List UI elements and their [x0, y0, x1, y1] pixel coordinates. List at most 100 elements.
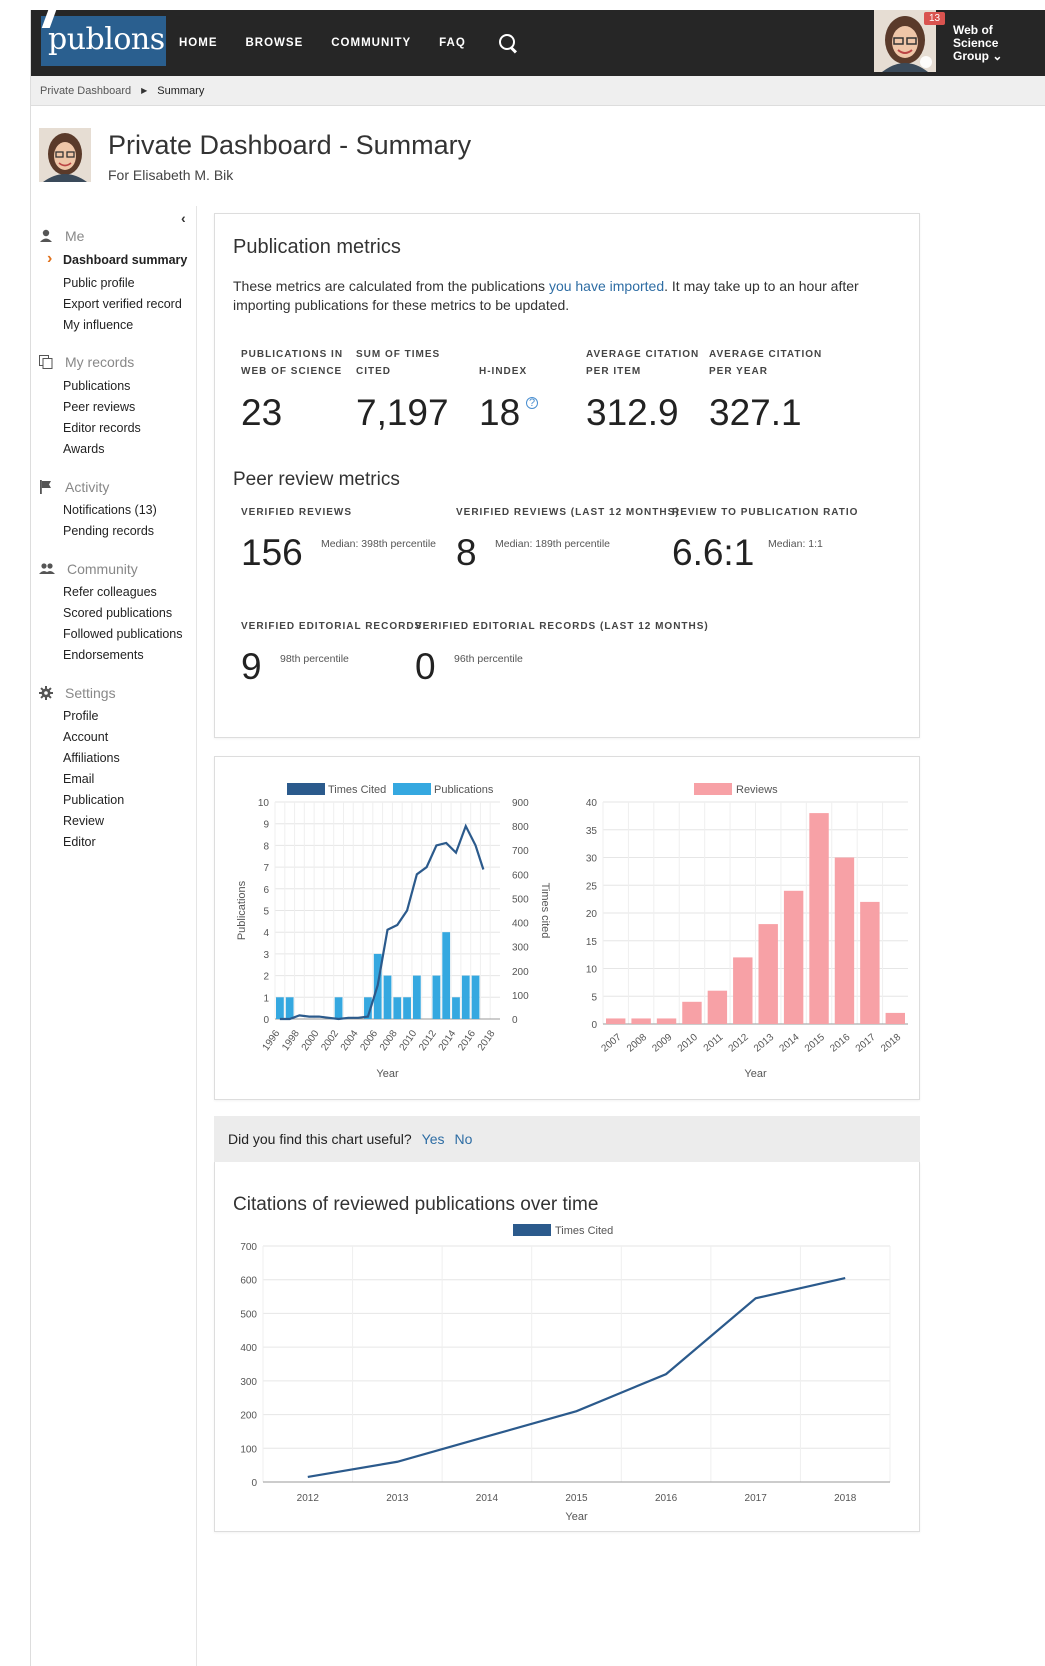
- sidebar-item-publications[interactable]: Publications: [63, 379, 130, 393]
- bar-publications: [471, 975, 480, 1019]
- x-tick-label: 2012: [297, 1493, 320, 1504]
- sidebar: ‹ Me Dashboard summary Public profile Ex…: [31, 206, 197, 1666]
- x-axis-label: Year: [565, 1511, 588, 1523]
- x-tick-label: 2011: [702, 1032, 726, 1055]
- sidebar-item-public-profile[interactable]: Public profile: [63, 276, 135, 290]
- y2-tick-label: 500: [512, 894, 529, 905]
- x-tick-label: 2004: [339, 1028, 361, 1053]
- y-tick-label: 25: [586, 881, 598, 892]
- y-tick-label: 15: [586, 937, 598, 948]
- nav-community[interactable]: COMMUNITY: [331, 37, 411, 49]
- y-tick-label: 7: [263, 863, 269, 874]
- breadcrumb-parent[interactable]: Private Dashboard: [40, 85, 131, 97]
- sidebar-item-review[interactable]: Review: [63, 814, 104, 828]
- x-tick-label: 2014: [437, 1028, 459, 1053]
- notification-badge[interactable]: 13: [924, 12, 946, 25]
- x-tick-label: 2008: [378, 1028, 400, 1053]
- collapse-sidebar-icon[interactable]: ‹: [181, 210, 186, 226]
- org-menu[interactable]: Web of Science Group ⌄: [953, 24, 1002, 63]
- bar-reviews: [682, 1001, 702, 1024]
- metric-label-verified-reviews: VERIFIED REVIEWS: [241, 507, 353, 518]
- legend-swatch-publications: [393, 783, 431, 795]
- x-tick-label: 2012: [417, 1028, 439, 1053]
- y-tick-label: 0: [263, 1015, 269, 1026]
- sidebar-section-label: Me: [65, 228, 85, 244]
- sidebar-item-affiliations[interactable]: Affiliations: [63, 751, 120, 765]
- profile-avatar: [39, 128, 91, 182]
- bar-reviews: [631, 1018, 651, 1024]
- y2-tick-label: 0: [512, 1015, 518, 1026]
- sidebar-item-publication[interactable]: Publication: [63, 793, 124, 807]
- nav-faq[interactable]: FAQ: [439, 37, 466, 49]
- metric-label-editorial: VERIFIED EDITORIAL RECORDS: [241, 621, 423, 632]
- x-tick-label: 2018: [476, 1028, 498, 1053]
- legend-swatch-reviews: [694, 783, 732, 795]
- metrics-description: These metrics are calculated from the pu…: [233, 277, 893, 315]
- y2-axis-label: Times cited: [539, 883, 551, 939]
- sidebar-item-followed-publications[interactable]: Followed publications: [63, 627, 183, 641]
- nav-browse[interactable]: BROWSE: [246, 37, 304, 49]
- breadcrumb-separator-icon: ▶: [141, 86, 148, 95]
- gear-icon: [39, 686, 53, 700]
- sidebar-section-community: Community: [39, 561, 138, 577]
- x-tick-label: 2007: [600, 1032, 624, 1055]
- sidebar-section-label: Settings: [65, 685, 116, 701]
- sidebar-item-dashboard-summary[interactable]: Dashboard summary: [47, 250, 187, 268]
- y2-tick-label: 400: [512, 919, 529, 930]
- metric-value-publications: 23: [241, 392, 283, 433]
- feedback-no-link[interactable]: No: [455, 1131, 473, 1147]
- sidebar-item-my-influence[interactable]: My influence: [63, 318, 133, 332]
- nav-home[interactable]: HOME: [179, 37, 218, 49]
- sidebar-item-notifications[interactable]: Notifications (13): [63, 503, 157, 517]
- bar-publications: [334, 997, 343, 1019]
- sidebar-section-label: Activity: [65, 479, 110, 495]
- x-tick-label: 2013: [752, 1032, 776, 1055]
- y-tick-label: 600: [240, 1276, 257, 1287]
- sidebar-item-export-verified-record[interactable]: Export verified record: [63, 297, 182, 311]
- y-tick-label: 5: [591, 992, 597, 1003]
- publication-metrics-title: Publication metrics: [233, 236, 401, 258]
- sidebar-item-endorsements[interactable]: Endorsements: [63, 648, 144, 662]
- metric-value-editorial-12m: 0: [415, 646, 436, 687]
- y-tick-label: 3: [263, 950, 269, 961]
- bar-publications: [403, 997, 411, 1019]
- breadcrumb: Private Dashboard ▶ Summary: [31, 76, 1045, 106]
- bar-publications: [461, 975, 470, 1019]
- sidebar-item-editor-records[interactable]: Editor records: [63, 421, 141, 435]
- sidebar-item-profile[interactable]: Profile: [63, 709, 98, 723]
- metric-value-avg-per-item: 312.9: [586, 392, 679, 433]
- sidebar-item-email[interactable]: Email: [63, 772, 94, 786]
- people-icon: [39, 563, 55, 574]
- bar-reviews: [707, 990, 728, 1024]
- sidebar-item-account[interactable]: Account: [63, 730, 108, 744]
- sidebar-item-awards[interactable]: Awards: [63, 442, 104, 456]
- sidebar-item-refer-colleagues[interactable]: Refer colleagues: [63, 585, 157, 599]
- publons-logo[interactable]: publons: [41, 16, 166, 66]
- y-tick-label: 0: [591, 1020, 597, 1031]
- sidebar-item-editor[interactable]: Editor: [63, 835, 96, 849]
- x-tick-label: 2006: [358, 1028, 380, 1053]
- y2-tick-label: 300: [512, 943, 529, 954]
- y-tick-label: 1: [263, 993, 269, 1004]
- metric-value-times-cited: 7,197: [356, 392, 449, 433]
- metric-label-review-ratio: REVIEW TO PUBLICATION RATIO: [672, 507, 859, 518]
- peer-review-metrics-title: Peer review metrics: [233, 469, 400, 490]
- x-tick-label: 2000: [300, 1028, 322, 1053]
- y2-tick-label: 600: [512, 870, 529, 881]
- bar-reviews: [733, 957, 753, 1024]
- sidebar-item-peer-reviews[interactable]: Peer reviews: [63, 400, 135, 414]
- top-navbar: publons HOME BROWSE COMMUNITY FAQ 13 Web…: [31, 10, 1045, 76]
- y-tick-label: 30: [586, 854, 598, 865]
- metric-value-h-index: 18: [479, 392, 521, 433]
- metric-value-verified-reviews-12m: 8: [456, 532, 477, 573]
- y-tick-label: 300: [240, 1377, 257, 1388]
- sidebar-item-scored-publications[interactable]: Scored publications: [63, 606, 172, 620]
- y-tick-label: 6: [263, 885, 269, 896]
- metric-value-editorial: 9: [241, 646, 262, 687]
- metric-label-h-index: H-INDEX: [479, 366, 528, 377]
- sidebar-item-pending-records[interactable]: Pending records: [63, 524, 154, 538]
- help-icon[interactable]: ?: [526, 397, 538, 409]
- search-icon[interactable]: [498, 33, 518, 53]
- feedback-yes-link[interactable]: Yes: [422, 1131, 445, 1147]
- imported-link[interactable]: you have imported: [549, 278, 664, 294]
